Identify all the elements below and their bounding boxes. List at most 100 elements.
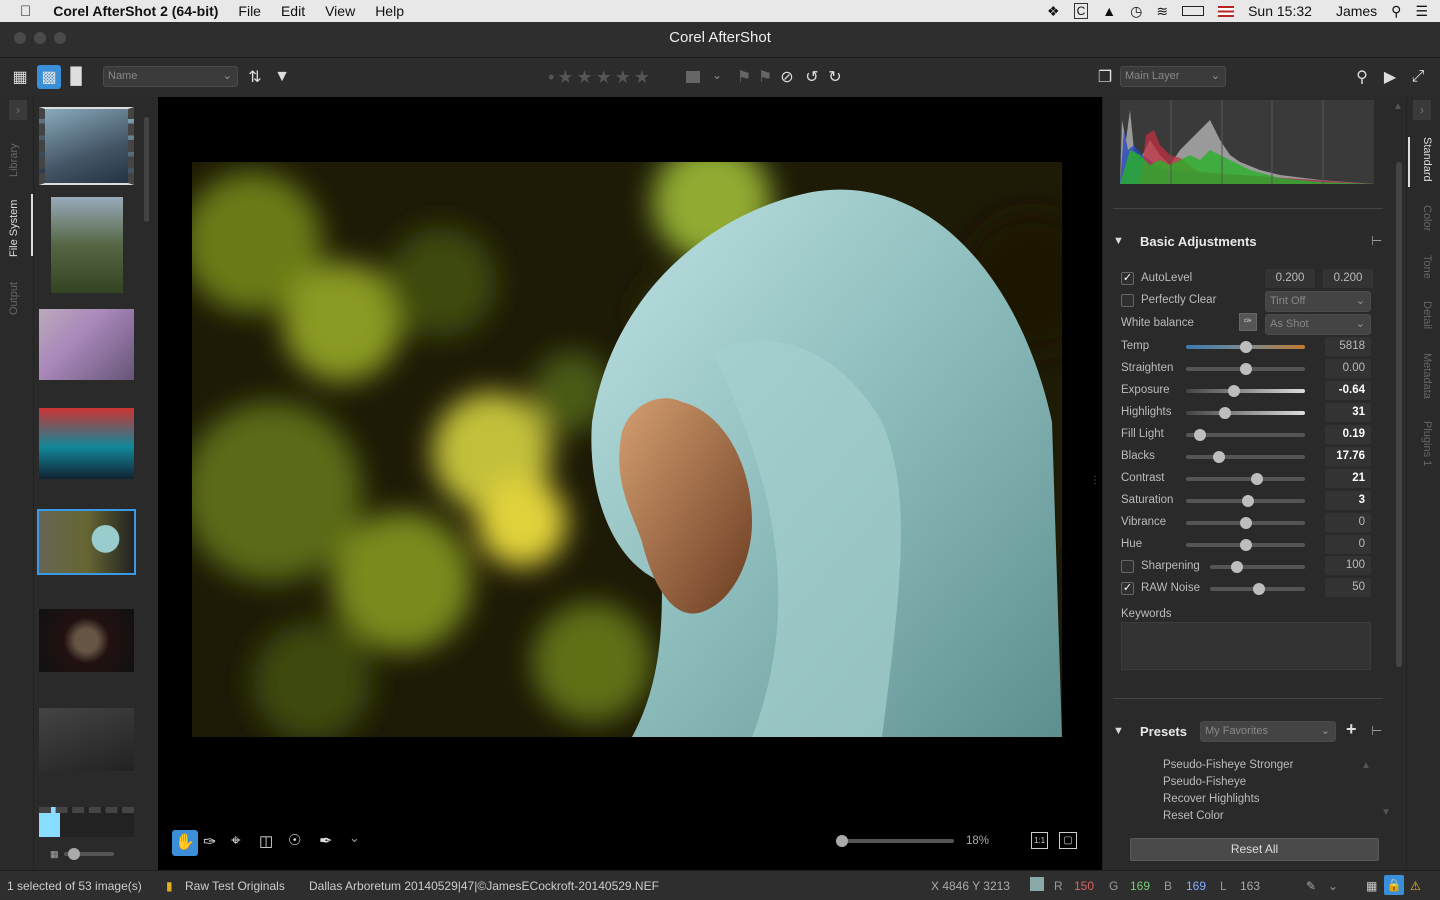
folder-name[interactable]: Raw Test Originals [185, 879, 285, 893]
straighten-knob[interactable] [1239, 363, 1252, 375]
fill-light-slider[interactable] [1186, 429, 1305, 441]
keywords-field[interactable] [1121, 622, 1371, 670]
dropbox-icon[interactable]: ❖ [1047, 3, 1060, 20]
spotlight-icon[interactable]: ⚲ [1391, 3, 1401, 20]
thumbnail[interactable] [39, 408, 134, 479]
temp-slider[interactable] [1186, 341, 1305, 353]
menu-view[interactable]: View [325, 3, 355, 19]
thumbnail[interactable] [39, 708, 134, 771]
white-balance-select[interactable]: As Shot ⌄ [1265, 314, 1371, 335]
panel-scrollbar[interactable] [1396, 162, 1402, 667]
rotate-right-icon[interactable]: ↻ [823, 65, 847, 89]
image-viewer[interactable]: ✋ ✑ ⌖ ◫ ☉ ✒ ⌄ 18% 1:1 ▢ ⋮ [158, 97, 1102, 870]
fill-light-value[interactable]: 0.19 [1325, 425, 1371, 444]
flag-icon[interactable] [1218, 5, 1235, 17]
thumbnail[interactable] [39, 609, 134, 672]
contrast-slider[interactable] [1186, 473, 1305, 485]
zoom-slider[interactable] [836, 835, 954, 847]
search-icon[interactable]: ⚲ [1350, 65, 1374, 89]
presets-scroll-up-icon[interactable]: ▲ [1361, 760, 1371, 771]
presets-select[interactable]: My Favorites ⌄ [1200, 721, 1336, 742]
contrast-value[interactable]: 21 [1325, 469, 1371, 488]
slideshow-icon[interactable]: ▶ [1378, 65, 1402, 89]
saturation-knob[interactable] [1241, 495, 1254, 507]
hue-value[interactable]: 0 [1325, 535, 1371, 554]
vibrance-value[interactable]: 0 [1325, 513, 1371, 532]
thumbnail[interactable] [51, 197, 123, 293]
saturation-slider[interactable] [1186, 495, 1305, 507]
sort-select[interactable]: Name ⌄ [103, 66, 238, 87]
hand-tool-icon[interactable]: ✋ [172, 830, 198, 856]
layer-select[interactable]: Main Layer ⌄ [1120, 66, 1226, 87]
wb-eyedropper-icon[interactable]: ✑ [1239, 313, 1257, 331]
layout-icon[interactable]: ▦ [1366, 879, 1377, 893]
exposure-slider[interactable] [1186, 385, 1305, 397]
copy-settings-icon[interactable]: ❐ [1093, 65, 1117, 89]
tab-color[interactable]: Color [1421, 205, 1433, 231]
status-chevron-icon[interactable]: ⌄ [1328, 879, 1338, 893]
collapse-adjustments-icon[interactable]: ▼ [1113, 235, 1124, 247]
sharpening-knob[interactable] [1230, 561, 1243, 573]
add-preset-icon[interactable]: + [1346, 719, 1357, 740]
time-machine-icon[interactable]: ◷ [1130, 3, 1142, 20]
blacks-value[interactable]: 17.76 [1325, 447, 1371, 466]
preset-item[interactable]: Pseudo-Fisheye Stronger [1163, 759, 1293, 771]
tab-file-system[interactable]: File System [8, 200, 20, 257]
temp-knob[interactable] [1239, 341, 1252, 353]
corel-icon[interactable]: C [1073, 3, 1089, 19]
tab-detail[interactable]: Detail [1421, 301, 1433, 329]
color-label-icon[interactable] [686, 71, 700, 83]
saturation-value[interactable]: 3 [1325, 491, 1371, 510]
rotate-left-icon[interactable]: ↺ [800, 65, 824, 89]
raw-noise-knob[interactable] [1253, 583, 1266, 595]
fullscreen-icon[interactable]: ⤢ [1406, 65, 1430, 89]
close-window-button[interactable] [14, 32, 26, 44]
highlights-value[interactable]: 31 [1325, 403, 1371, 422]
pin-presets-icon[interactable]: ⊢ [1371, 723, 1382, 739]
fit-screen-icon[interactable]: ▢ [1059, 832, 1077, 849]
autolevel-value-1[interactable]: 0.200 [1265, 269, 1315, 288]
single-view-icon[interactable]: █ [64, 65, 88, 89]
wifi-icon[interactable]: ≋ [1156, 3, 1168, 20]
reset-all-button[interactable]: Reset All [1130, 838, 1379, 861]
fill-light-knob[interactable] [1194, 429, 1207, 441]
eyedropper-icon[interactable]: ✑ [203, 832, 216, 852]
scroll-up-icon[interactable]: ▲ [1393, 101, 1403, 112]
clock[interactable]: Sun 15:32 [1248, 3, 1312, 19]
main-photo[interactable] [192, 162, 1062, 737]
autolevel-checkbox[interactable]: ✓ [1121, 272, 1134, 285]
flag-reject-icon[interactable]: ⚑ [753, 65, 777, 89]
filter-icon[interactable]: ▼ [270, 65, 294, 89]
rating-stars[interactable]: •★★★★★ [548, 67, 653, 88]
exposure-knob[interactable] [1227, 385, 1240, 397]
notification-icon[interactable]: ☰ [1415, 3, 1428, 20]
autolevel-value-2[interactable]: 0.200 [1323, 269, 1373, 288]
temp-value[interactable]: 5818 [1325, 337, 1371, 356]
perfectly-clear-checkbox[interactable] [1121, 294, 1134, 307]
straighten-slider[interactable] [1186, 363, 1305, 375]
tab-tone[interactable]: Tone [1421, 255, 1433, 279]
actual-size-icon[interactable]: 1:1 [1031, 832, 1048, 849]
highlights-slider[interactable] [1186, 407, 1305, 419]
thumb-size-knob[interactable] [68, 848, 80, 860]
sort-direction-icon[interactable]: ⇅ [243, 65, 267, 89]
blacks-knob[interactable] [1213, 451, 1226, 463]
split-view-icon[interactable]: ▩ [37, 65, 61, 89]
app-menu[interactable]: Corel AfterShot 2 (64-bit) [53, 3, 218, 19]
pin-icon[interactable]: ⊢ [1371, 233, 1382, 249]
brush-icon[interactable]: ✒ [319, 831, 332, 851]
contrast-knob[interactable] [1251, 473, 1264, 485]
tab-plugins-1[interactable]: Plugins 1 [1421, 421, 1433, 466]
sharpening-slider[interactable] [1210, 561, 1305, 573]
edit-icon[interactable]: ✎ [1306, 879, 1316, 893]
zoom-knob[interactable] [836, 835, 848, 847]
tab-library[interactable]: Library [8, 143, 20, 177]
hue-slider[interactable] [1186, 539, 1305, 551]
hue-knob[interactable] [1239, 539, 1252, 551]
lock-icon[interactable]: 🔒 [1384, 875, 1404, 895]
preset-item[interactable]: Reset Color [1163, 810, 1224, 822]
thumbnail-selected[interactable] [37, 509, 136, 575]
thumbnail[interactable] [39, 807, 134, 837]
vibrance-knob[interactable] [1239, 517, 1252, 529]
filmstrip-scrollbar[interactable] [144, 117, 149, 222]
